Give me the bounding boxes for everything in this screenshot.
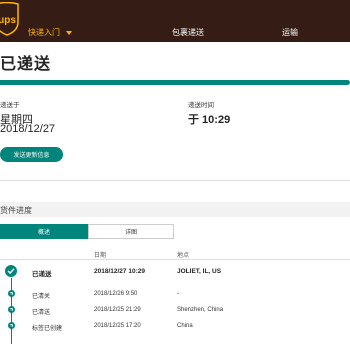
- delivered-on-label: 递送于: [0, 102, 20, 109]
- column-location: 地点: [177, 253, 190, 259]
- send-updates-button[interactable]: 发送更新信息: [0, 147, 63, 162]
- row-date: 2018/12/25 17:20: [94, 323, 141, 329]
- row-location: -: [177, 291, 179, 297]
- row-date: 2018/12/27 10:29: [94, 268, 145, 275]
- top-navigation-bar: ups 快递入门 包裹递送 运输: [0, 0, 350, 42]
- timeline-dot-icon: [7, 322, 15, 329]
- timeline-dot-icon: [7, 306, 15, 313]
- row-status: 已清送: [32, 310, 51, 316]
- row-status: 标签已创建: [32, 326, 63, 332]
- nav-quick-links[interactable]: 快递入门: [28, 27, 72, 38]
- table-header: [0, 247, 350, 260]
- section-divider: [0, 180, 350, 181]
- row-location: JOLIET, IL, US: [177, 268, 222, 275]
- nav-ship[interactable]: 包裹递送: [172, 27, 204, 38]
- check-icon: [5, 265, 17, 277]
- shipment-progress-header: [0, 202, 350, 217]
- caret-down-icon: [66, 30, 72, 35]
- nav-track[interactable]: 运输: [282, 27, 298, 38]
- delivery-time-label: 递送时间: [188, 102, 214, 109]
- delivery-status-title: 已递送: [0, 56, 52, 73]
- row-location: Shenzhen, China: [177, 307, 224, 313]
- logo-text: ups: [0, 15, 16, 26]
- ups-logo[interactable]: ups: [0, 2, 20, 36]
- shipment-progress-title: 货件进度: [0, 206, 32, 215]
- column-date: 日期: [94, 253, 107, 259]
- delivery-date: 2018/12/27: [0, 123, 56, 135]
- tab-detail[interactable]: 详图: [88, 224, 174, 239]
- delivery-time: 于 10:29: [188, 114, 231, 126]
- timeline-dot-icon: [7, 290, 15, 297]
- nav-quick-links-label: 快递入门: [28, 28, 60, 37]
- row-location: China: [177, 323, 193, 329]
- row-date: 2018/12/25 21:29: [94, 307, 141, 313]
- tab-overview[interactable]: 概述: [0, 224, 88, 239]
- status-progress-bar: [0, 80, 350, 85]
- row-status: 已清关: [32, 294, 51, 300]
- row-status: 已递送: [32, 271, 52, 278]
- row-date: 2018/12/26 9:50: [94, 291, 138, 297]
